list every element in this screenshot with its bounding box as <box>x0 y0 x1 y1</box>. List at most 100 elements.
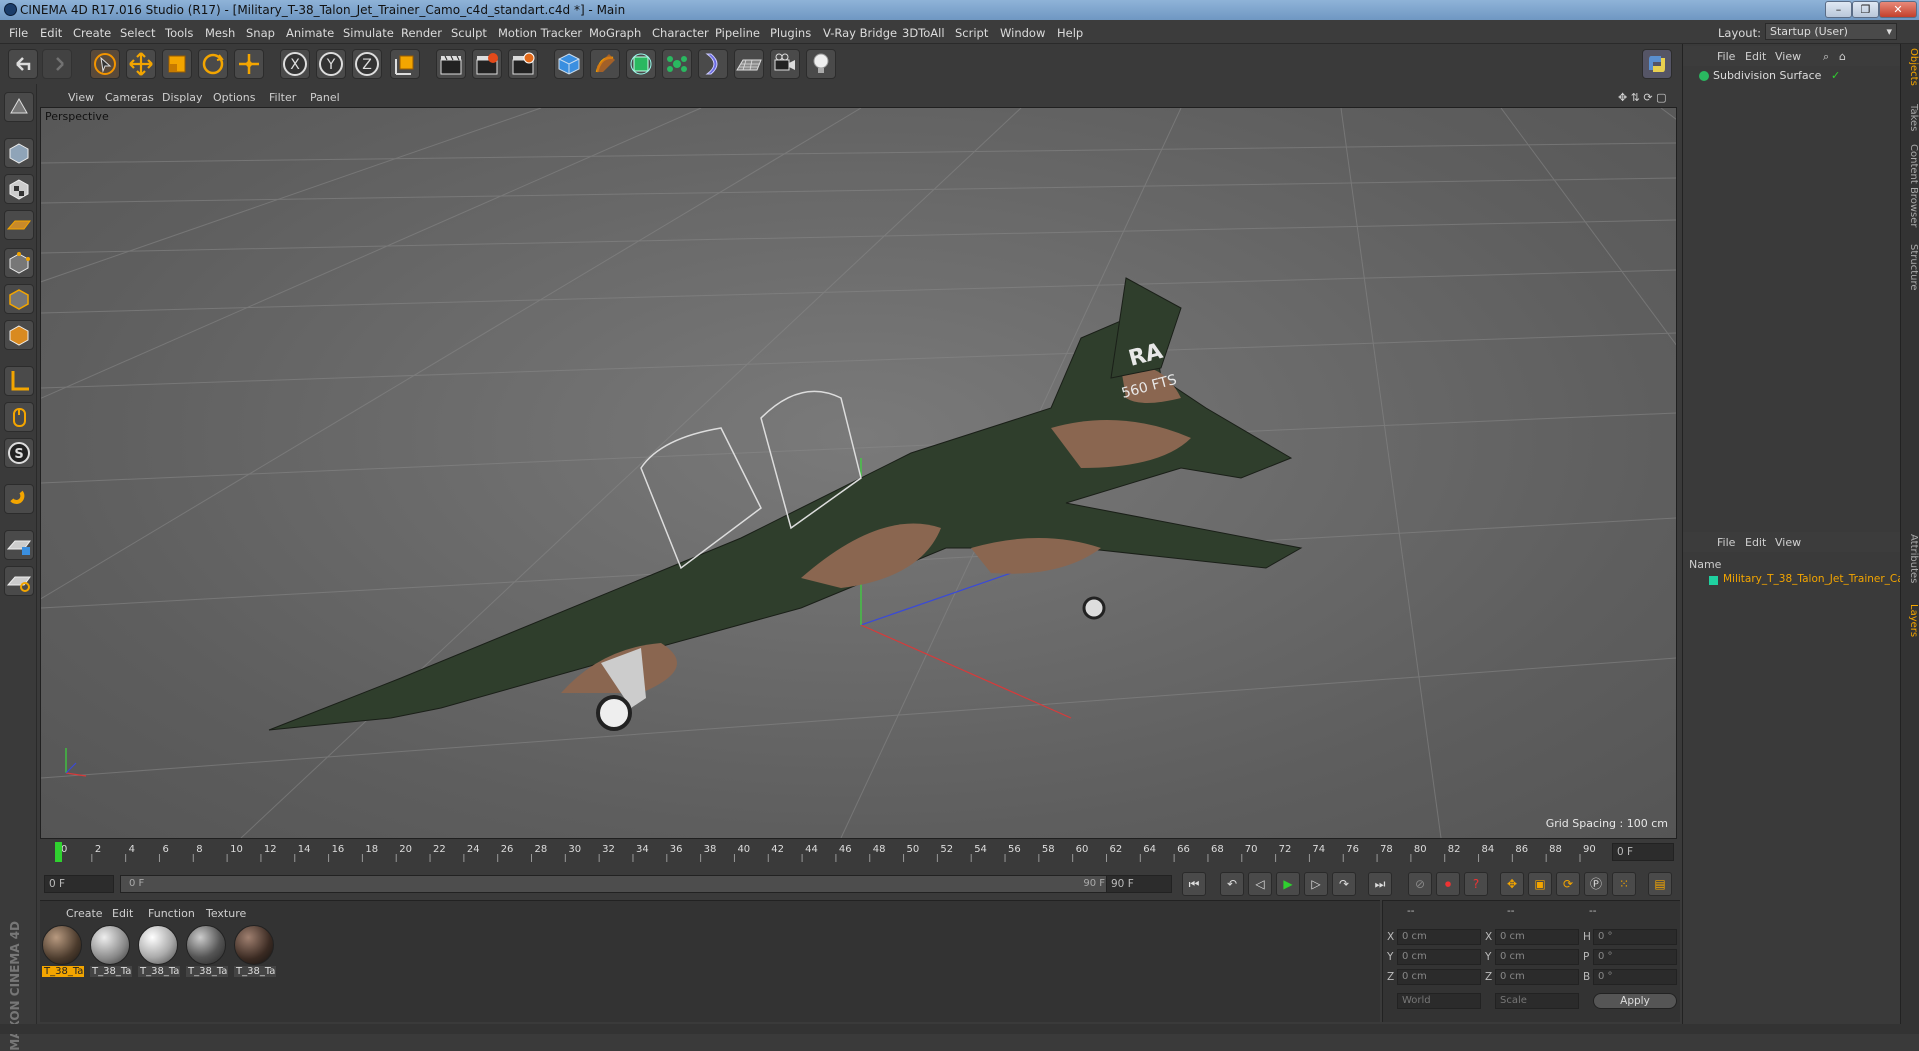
play-button[interactable]: ▶ <box>1276 872 1300 896</box>
menu-snap[interactable]: Snap <box>246 26 275 40</box>
menu-create[interactable]: Create <box>73 26 111 40</box>
material-swatch[interactable]: T_38_Tal <box>138 925 180 981</box>
layer-row[interactable]: Military_T_38_Talon_Jet_Trainer_Ca <box>1689 572 1904 588</box>
material-menu-texture[interactable]: Texture <box>206 907 246 920</box>
array-button[interactable] <box>662 49 692 79</box>
menu-edit[interactable]: Edit <box>40 26 62 40</box>
x-axis-lock-button[interactable]: X <box>280 49 310 79</box>
autokey-button[interactable]: ⏺ <box>1436 872 1460 896</box>
subdivision-surface-button[interactable] <box>626 49 656 79</box>
object-row[interactable]: Subdivision Surface <box>1689 68 1829 84</box>
lock-workplane-button[interactable] <box>4 530 34 560</box>
pos-z-field[interactable]: 0 cm <box>1397 969 1481 985</box>
menu-character[interactable]: Character <box>652 26 709 40</box>
next-frame-button[interactable]: ▷ <box>1304 872 1328 896</box>
rotate-button[interactable] <box>198 49 228 79</box>
light-button[interactable] <box>806 49 836 79</box>
live-selection-button[interactable] <box>90 49 120 79</box>
playhead-marker[interactable] <box>55 842 62 862</box>
deformer-button[interactable] <box>698 49 728 79</box>
menu-mograph[interactable]: MoGraph <box>589 26 641 40</box>
start-frame-field[interactable]: 0 F <box>44 875 114 893</box>
pos-x-field[interactable]: 0 cm <box>1397 929 1481 945</box>
tab-layers[interactable]: Layers <box>1902 604 1919 637</box>
tweak-mode-button[interactable] <box>4 402 34 432</box>
viewport-menu-view[interactable]: View <box>68 91 94 104</box>
layer-menu-edit[interactable]: Edit <box>1745 536 1766 549</box>
size-y-field[interactable]: 0 cm <box>1495 949 1579 965</box>
magnet-button[interactable] <box>4 484 34 514</box>
current-frame-field[interactable]: 0 F <box>1612 843 1674 861</box>
menu-vray-bridge[interactable]: V-Ray Bridge <box>823 26 897 40</box>
size-z-field[interactable]: 0 cm <box>1495 969 1579 985</box>
render-settings-button[interactable] <box>508 49 538 79</box>
camera-button[interactable] <box>770 49 800 79</box>
y-axis-lock-button[interactable]: Y <box>316 49 346 79</box>
perspective-viewport[interactable]: Perspective RA 560 FTS Grid Spacing: 10… <box>40 107 1677 839</box>
viewport-menu-panel[interactable]: Panel <box>310 91 340 104</box>
end-frame-field[interactable]: 90 F <box>1106 875 1172 893</box>
viewport-menu-display[interactable]: Display <box>162 91 203 104</box>
menu-window[interactable]: Window <box>1000 26 1045 40</box>
z-axis-lock-button[interactable]: Z <box>352 49 382 79</box>
menu-mesh[interactable]: Mesh <box>205 26 235 40</box>
transform-button[interactable] <box>234 49 264 79</box>
close-button[interactable]: ✕ <box>1879 1 1917 18</box>
redo-button[interactable] <box>42 49 72 79</box>
previous-frame-button[interactable]: ◁ <box>1248 872 1272 896</box>
floor-button[interactable] <box>734 49 764 79</box>
key-scale-button[interactable]: ▣ <box>1528 872 1552 896</box>
object-menu-file[interactable]: File <box>1717 50 1735 63</box>
menu-help[interactable]: Help <box>1057 26 1083 40</box>
layer-menu-view[interactable]: View <box>1775 536 1801 549</box>
viewport-menu-options[interactable]: Options <box>213 91 255 104</box>
workplane-mode-button[interactable] <box>4 210 34 240</box>
snap-button[interactable]: S <box>4 438 34 468</box>
menu-plugins[interactable]: Plugins <box>770 26 811 40</box>
next-key-button[interactable]: ↷ <box>1332 872 1356 896</box>
tab-attributes[interactable]: Attributes <box>1902 534 1919 583</box>
scale-button[interactable] <box>162 49 192 79</box>
keyframe-selection-button[interactable]: ? <box>1464 872 1488 896</box>
key-parameter-button[interactable]: Ⓟ <box>1584 872 1608 896</box>
search-icon[interactable]: ⌕ <box>1823 50 1829 64</box>
object-menu-view[interactable]: View <box>1775 50 1801 63</box>
axis-mode-button[interactable] <box>4 366 34 396</box>
menu-select[interactable]: Select <box>120 26 155 40</box>
go-to-end-button[interactable]: ⏭ <box>1368 872 1392 896</box>
viewport-nav-icons[interactable]: ✥ ⇅ ⟳ ▢ <box>1618 91 1667 104</box>
check-icon[interactable]: ✓ <box>1831 69 1840 82</box>
key-position-button[interactable]: ✥ <box>1500 872 1524 896</box>
layer-menu-file[interactable]: File <box>1717 536 1735 549</box>
viewport-menu-filter[interactable]: Filter <box>269 91 296 104</box>
move-button[interactable] <box>126 49 156 79</box>
rot-p-field[interactable]: 0 ° <box>1593 949 1677 965</box>
edges-mode-button[interactable] <box>4 284 34 314</box>
points-mode-button[interactable] <box>4 248 34 278</box>
menu-render[interactable]: Render <box>401 26 442 40</box>
texture-mode-button[interactable] <box>4 174 34 204</box>
key-pla-button[interactable]: ⁙ <box>1612 872 1636 896</box>
render-view-button[interactable] <box>436 49 466 79</box>
previous-key-button[interactable]: ↶ <box>1220 872 1244 896</box>
timeline-ruler[interactable]: 0 2 4 6 8 10 12 14 16 18 20 22 24 26 28 30 32 34 36 38 40 42 4… <box>40 840 1677 864</box>
tab-objects[interactable]: Objects <box>1902 48 1919 86</box>
layout-dropdown[interactable]: Startup (User) ▾ <box>1765 23 1897 40</box>
material-swatch[interactable]: T_38_Tal <box>42 925 84 981</box>
apply-button[interactable]: Apply <box>1593 993 1677 1009</box>
rot-b-field[interactable]: 0 ° <box>1593 969 1677 985</box>
tab-structure[interactable]: Structure <box>1902 244 1919 291</box>
material-swatch[interactable]: T_38_Tal <box>186 925 228 981</box>
menu-simulate[interactable]: Simulate <box>343 26 394 40</box>
maximize-button[interactable]: ❐ <box>1852 1 1879 18</box>
home-icon[interactable]: ⌂ <box>1839 50 1846 63</box>
size-x-field[interactable]: 0 cm <box>1495 929 1579 945</box>
pos-y-field[interactable]: 0 cm <box>1397 949 1481 965</box>
cube-button[interactable] <box>554 49 584 79</box>
menu-motion-tracker[interactable]: Motion Tracker <box>498 26 582 40</box>
object-menu-edit[interactable]: Edit <box>1745 50 1766 63</box>
rot-h-field[interactable]: 0 ° <box>1593 929 1677 945</box>
tab-takes[interactable]: Takes <box>1902 104 1919 131</box>
size-mode-dropdown[interactable]: Scale <box>1495 993 1579 1009</box>
minimize-button[interactable]: – <box>1825 1 1852 18</box>
